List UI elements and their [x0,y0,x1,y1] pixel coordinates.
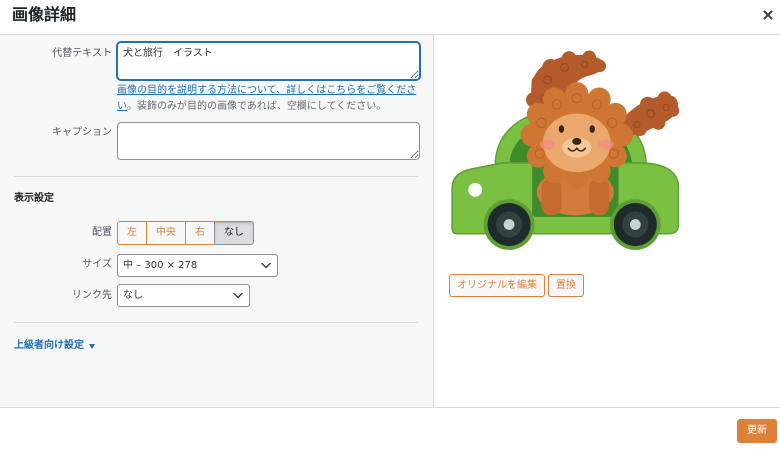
align-option-none[interactable]: なし [214,221,254,245]
alt-text-field[interactable]: 犬と旅行 イラスト [117,42,420,80]
alt-text-help: 画像の目的を説明する方法について、詳しくはこちらをご覧ください。装飾のみが目的の… [117,83,420,115]
dialog-footer: 更新 [0,407,780,449]
close-icon [763,10,773,20]
align-option-left[interactable]: 左 [117,221,147,245]
divider [14,322,418,323]
link-to-label: リンク先 [72,290,112,301]
car-headlight [468,182,483,197]
replace-button[interactable]: 置換 [548,274,584,297]
arrow-down-icon [89,343,95,349]
advanced-settings-label: 上級者向け設定 [14,340,84,351]
image-details-dialog: 画像詳細 代替テキスト 犬と旅行 イラスト 画像の目的を説明する方法について、詳… [0,0,780,449]
update-button[interactable]: 更新 [737,419,777,443]
chevron-down-icon [233,292,243,299]
edit-original-button[interactable]: オリジナルを編集 [449,274,545,297]
settings-panel: 代替テキスト 犬と旅行 イラスト 画像の目的を説明する方法について、詳しくはこち… [0,35,434,407]
chevron-down-icon [261,262,271,269]
caption-label: キャプション [52,127,112,138]
link-to-select-value: なし [123,289,143,301]
alt-text-label: 代替テキスト [52,48,112,59]
advanced-settings-toggle[interactable]: 上級者向け設定 [14,340,95,352]
align-label: 配置 [92,227,112,238]
display-settings-heading: 表示設定 [14,193,54,204]
close-button[interactable] [756,3,780,27]
size-label: サイズ [82,259,112,270]
image-preview [451,50,680,250]
car-wheel-front [483,199,535,250]
divider [14,176,418,177]
dialog-header: 画像詳細 [0,0,780,35]
align-button-group: 左 中央 右 なし [117,221,254,245]
image-preview-panel: オリジナルを編集 置換 [434,35,780,407]
align-option-right[interactable]: 右 [185,221,215,245]
alt-text-help-text: 。装飾のみが目的の画像であれば、空欄にしてください。 [127,101,387,112]
dialog-title: 画像詳細 [12,5,77,24]
link-to-select[interactable]: なし [117,284,250,307]
align-option-center[interactable]: 中央 [146,221,186,245]
caption-field[interactable] [117,122,420,160]
size-select-value: 中 – 300 × 278 [123,259,198,271]
car-wheel-rear [609,199,661,250]
size-select[interactable]: 中 – 300 × 278 [117,254,278,277]
